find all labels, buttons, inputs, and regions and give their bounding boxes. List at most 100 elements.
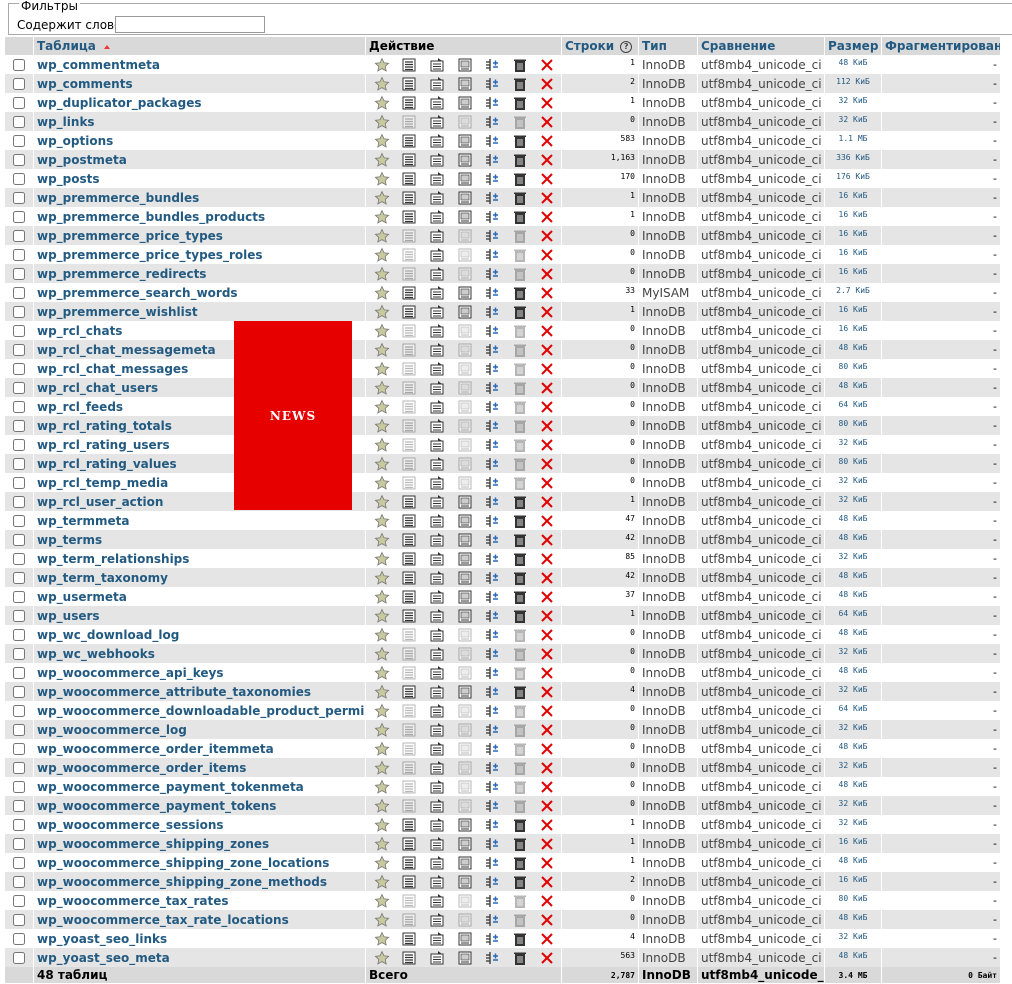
- drop-icon[interactable]: [533, 625, 561, 644]
- insert-icon[interactable]: [478, 929, 506, 948]
- search-icon[interactable]: [451, 416, 479, 435]
- row-checkbox[interactable]: [13, 401, 25, 413]
- structure-icon[interactable]: [423, 720, 451, 739]
- search-icon[interactable]: [451, 720, 479, 739]
- structure-icon[interactable]: [423, 834, 451, 853]
- empty-icon[interactable]: [506, 568, 534, 587]
- search-icon[interactable]: [451, 264, 479, 283]
- search-icon[interactable]: [451, 435, 479, 454]
- search-icon[interactable]: [451, 682, 479, 701]
- search-icon[interactable]: [451, 321, 479, 340]
- browse-icon[interactable]: [396, 663, 424, 682]
- drop-icon[interactable]: [533, 644, 561, 663]
- filter-input[interactable]: [115, 16, 265, 33]
- browse-icon[interactable]: [396, 910, 424, 929]
- row-checkbox[interactable]: [13, 781, 25, 793]
- table-name-link[interactable]: wp_woocommerce_log: [34, 720, 365, 739]
- drop-icon[interactable]: [533, 815, 561, 834]
- row-checkbox[interactable]: [13, 838, 25, 850]
- table-name-link[interactable]: wp_premmerce_bundles: [34, 188, 365, 207]
- row-checkbox[interactable]: [13, 135, 25, 147]
- row-size[interactable]: 32 КиБ: [825, 796, 881, 815]
- empty-icon[interactable]: [506, 853, 534, 872]
- table-name-link[interactable]: wp_usermeta: [34, 587, 365, 606]
- row-size[interactable]: 32 КиБ: [825, 644, 881, 663]
- search-icon[interactable]: [451, 606, 479, 625]
- empty-icon[interactable]: [506, 150, 534, 169]
- table-name-link[interactable]: wp_yoast_seo_links: [34, 929, 365, 948]
- drop-icon[interactable]: [533, 55, 561, 74]
- browse-icon[interactable]: [396, 150, 424, 169]
- structure-icon[interactable]: [423, 226, 451, 245]
- row-checkbox[interactable]: [13, 762, 25, 774]
- insert-icon[interactable]: [478, 701, 506, 720]
- drop-icon[interactable]: [533, 701, 561, 720]
- favorite-icon[interactable]: [368, 796, 396, 815]
- browse-icon[interactable]: [396, 682, 424, 701]
- drop-icon[interactable]: [533, 112, 561, 131]
- row-size[interactable]: 48 КиБ: [825, 910, 881, 929]
- empty-icon[interactable]: [506, 321, 534, 340]
- favorite-icon[interactable]: [368, 188, 396, 207]
- structure-icon[interactable]: [423, 112, 451, 131]
- drop-icon[interactable]: [533, 568, 561, 587]
- drop-icon[interactable]: [533, 853, 561, 872]
- search-icon[interactable]: [451, 853, 479, 872]
- row-size[interactable]: 336 КиБ: [825, 150, 881, 169]
- insert-icon[interactable]: [478, 55, 506, 74]
- structure-icon[interactable]: [423, 511, 451, 530]
- table-name-link[interactable]: wp_premmerce_bundles_products: [34, 207, 365, 226]
- search-icon[interactable]: [451, 473, 479, 492]
- table-name-link[interactable]: wp_premmerce_price_types_roles: [34, 245, 365, 264]
- table-name-link[interactable]: wp_options: [34, 131, 365, 150]
- search-icon[interactable]: [451, 93, 479, 112]
- search-icon[interactable]: [451, 131, 479, 150]
- drop-icon[interactable]: [533, 454, 561, 473]
- structure-icon[interactable]: [423, 549, 451, 568]
- insert-icon[interactable]: [478, 663, 506, 682]
- row-size[interactable]: 48 КиБ: [825, 378, 881, 397]
- insert-icon[interactable]: [478, 625, 506, 644]
- structure-icon[interactable]: [423, 929, 451, 948]
- row-size[interactable]: 112 КиБ: [825, 74, 881, 93]
- row-checkbox[interactable]: [13, 97, 25, 109]
- insert-icon[interactable]: [478, 644, 506, 663]
- structure-icon[interactable]: [423, 948, 451, 967]
- empty-icon[interactable]: [506, 606, 534, 625]
- search-icon[interactable]: [451, 777, 479, 796]
- search-icon[interactable]: [451, 758, 479, 777]
- insert-icon[interactable]: [478, 340, 506, 359]
- favorite-icon[interactable]: [368, 93, 396, 112]
- insert-icon[interactable]: [478, 948, 506, 967]
- structure-icon[interactable]: [423, 891, 451, 910]
- favorite-icon[interactable]: [368, 777, 396, 796]
- table-name-link[interactable]: wp_woocommerce_order_items: [34, 758, 365, 777]
- search-icon[interactable]: [451, 283, 479, 302]
- row-checkbox[interactable]: [13, 116, 25, 128]
- row-size[interactable]: 32 КиБ: [825, 93, 881, 112]
- table-name-link[interactable]: wp_woocommerce_sessions: [34, 815, 365, 834]
- browse-icon[interactable]: [396, 891, 424, 910]
- drop-icon[interactable]: [533, 948, 561, 967]
- insert-icon[interactable]: [478, 359, 506, 378]
- structure-icon[interactable]: [423, 131, 451, 150]
- structure-icon[interactable]: [423, 74, 451, 93]
- browse-icon[interactable]: [396, 435, 424, 454]
- drop-icon[interactable]: [533, 872, 561, 891]
- empty-icon[interactable]: [506, 169, 534, 188]
- empty-icon[interactable]: [506, 112, 534, 131]
- favorite-icon[interactable]: [368, 150, 396, 169]
- structure-icon[interactable]: [423, 587, 451, 606]
- search-icon[interactable]: [451, 454, 479, 473]
- favorite-icon[interactable]: [368, 644, 396, 663]
- table-name-link[interactable]: wp_duplicator_packages: [34, 93, 365, 112]
- empty-icon[interactable]: [506, 815, 534, 834]
- row-size[interactable]: 64 КиБ: [825, 397, 881, 416]
- header-type[interactable]: Тип: [639, 37, 697, 55]
- insert-icon[interactable]: [478, 682, 506, 701]
- structure-icon[interactable]: [423, 625, 451, 644]
- empty-icon[interactable]: [506, 644, 534, 663]
- empty-icon[interactable]: [506, 739, 534, 758]
- help-icon[interactable]: ?: [620, 40, 633, 53]
- drop-icon[interactable]: [533, 302, 561, 321]
